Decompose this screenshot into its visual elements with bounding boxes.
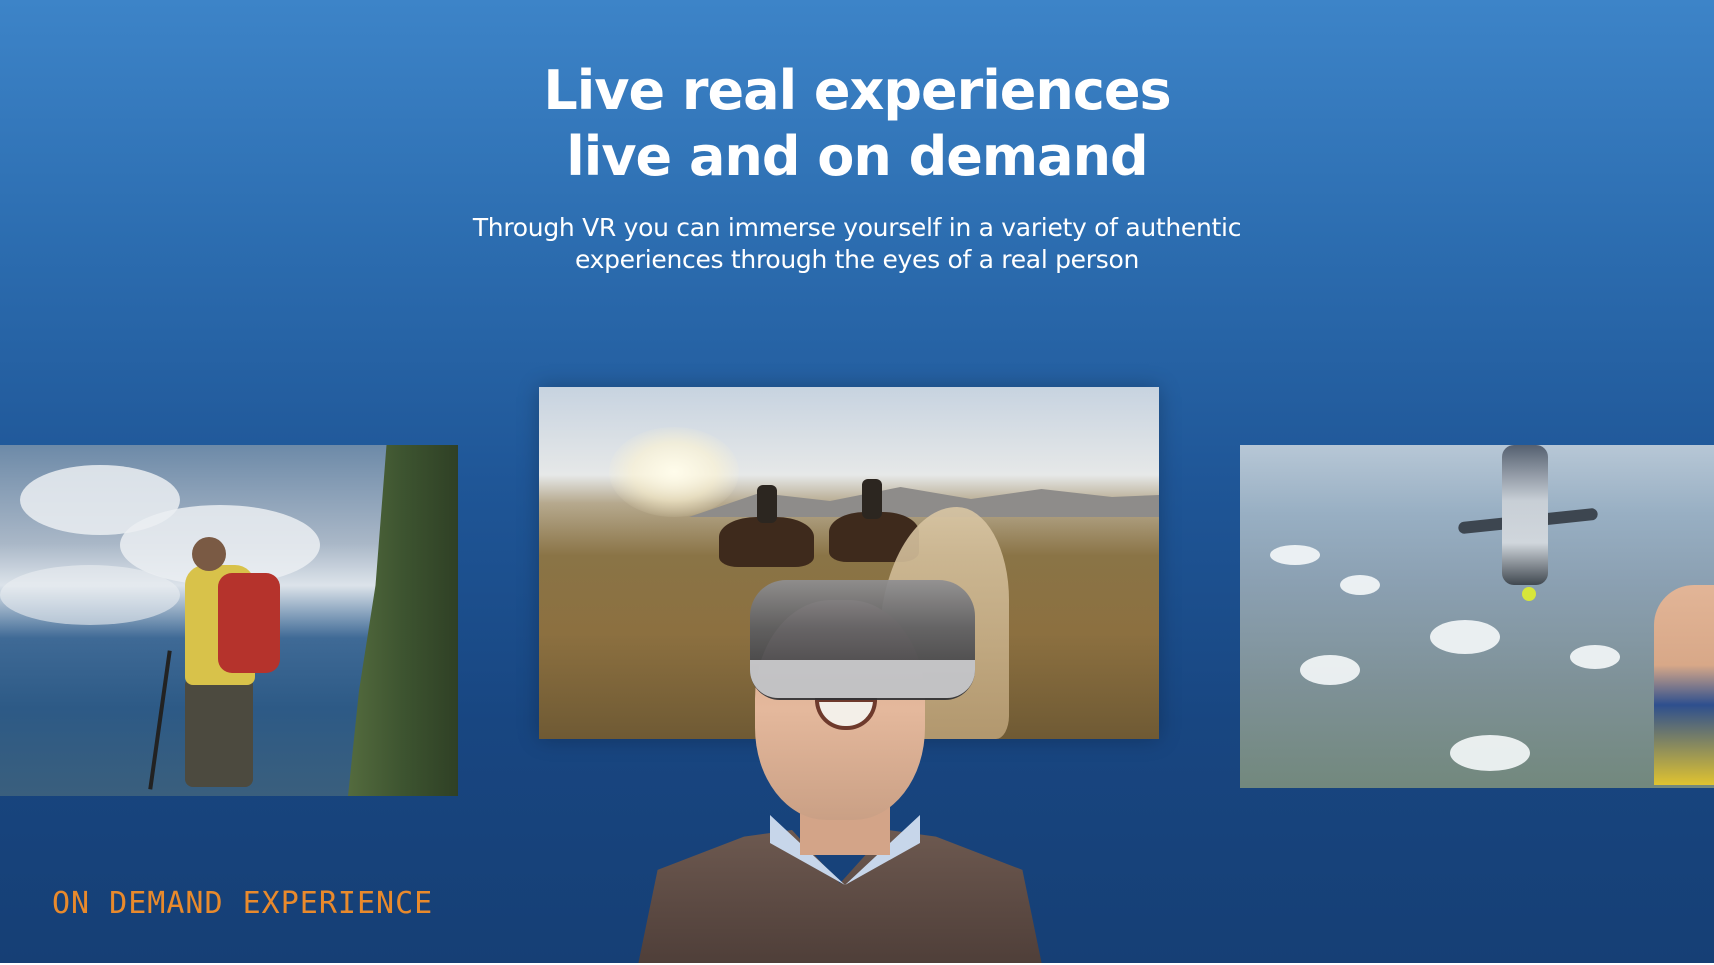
hiker-photo <box>0 445 458 796</box>
hero-title-line-1: Live real experiences <box>543 59 1171 122</box>
skydiver-photo <box>1240 445 1714 788</box>
tennis-ball <box>1522 587 1536 601</box>
cloud-shape <box>1450 735 1530 771</box>
reaching-hand <box>1654 585 1714 785</box>
cloud-shape <box>1270 545 1320 565</box>
vr-headset-strap <box>750 660 975 698</box>
cloud-shape <box>0 565 180 625</box>
hiker-head <box>192 537 226 571</box>
hero-title: Live real experiences live and on demand <box>0 58 1714 190</box>
cloud-shape <box>1300 655 1360 685</box>
hero-subtitle-line-2: experiences through the eyes of a real p… <box>574 245 1140 274</box>
cloud-shape <box>1570 645 1620 669</box>
sun-glare <box>609 427 739 517</box>
cloud-shape <box>1430 620 1500 654</box>
section-label: ON DEMAND EXPERIENCE <box>52 886 434 921</box>
trekking-pole <box>148 650 172 790</box>
hiker-legs <box>185 677 253 787</box>
rider-shape <box>862 479 882 519</box>
cliff-shape <box>348 445 458 796</box>
hero-subtitle: Through VR you can immerse yourself in a… <box>0 212 1714 276</box>
rider-shape <box>757 485 777 523</box>
skydiver-figure <box>1502 445 1548 585</box>
hero-subtitle-line-1: Through VR you can immerse yourself in a… <box>472 213 1242 242</box>
slide-canvas: Live real experiences live and on demand… <box>0 0 1714 963</box>
hero-title-line-2: live and on demand <box>566 125 1148 188</box>
cloud-shape <box>1340 575 1380 595</box>
vr-headset-man <box>600 560 1080 963</box>
hiker-backpack <box>218 573 280 673</box>
